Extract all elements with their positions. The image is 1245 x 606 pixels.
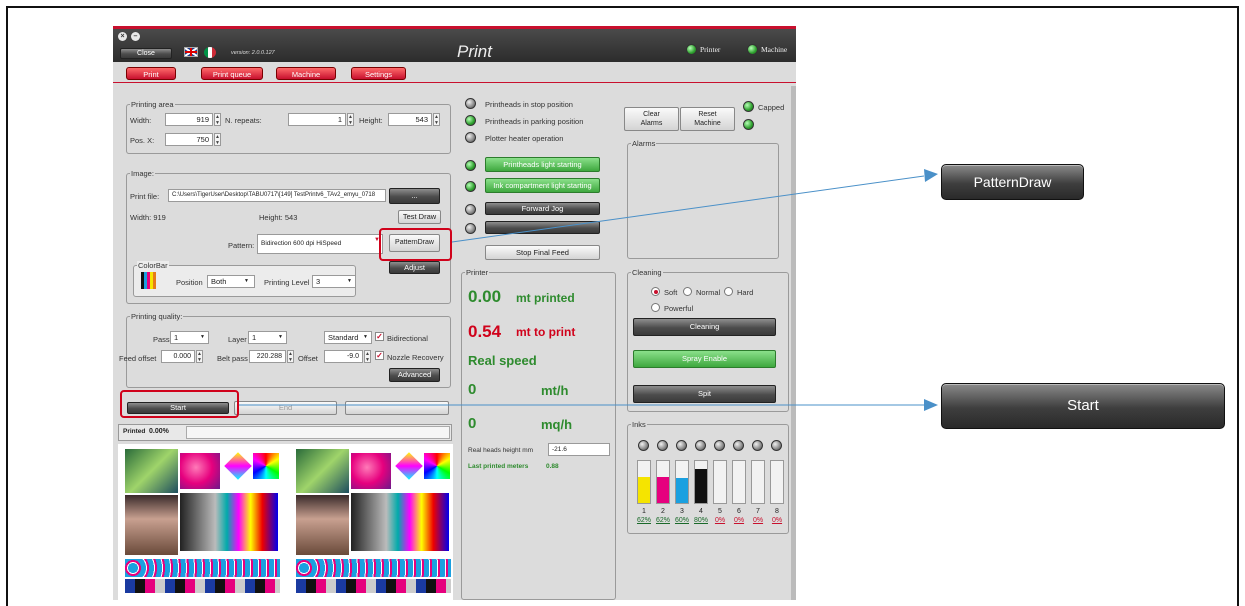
callout-pointers [239, 169, 938, 411]
pattern-draw-pointer-line [451, 175, 925, 243]
pattern-draw-arrowhead-icon [924, 169, 938, 182]
start-callout: Start [941, 383, 1225, 429]
pattern-draw-callout: PatternDraw [941, 164, 1084, 200]
start-arrowhead-icon [924, 399, 938, 411]
